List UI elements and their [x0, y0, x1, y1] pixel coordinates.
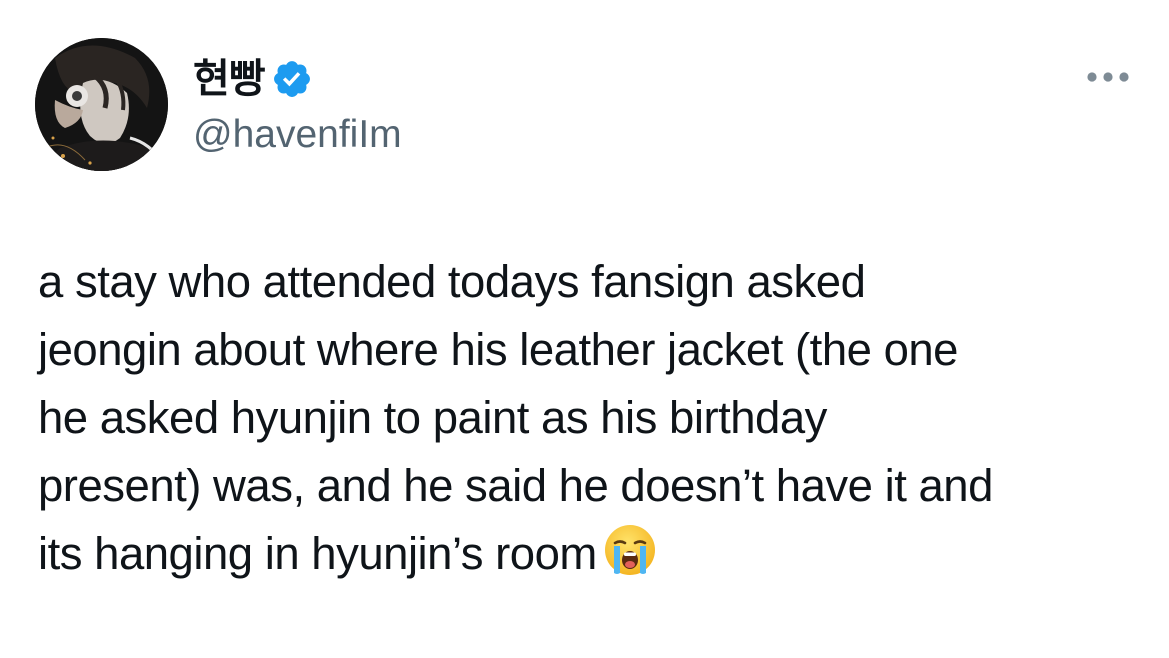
tweet-card[interactable]: 현빵 @havenfiIm a stay who attended todays… — [0, 0, 1169, 658]
tweet-text-line: he asked hyunjin to paint as his birthda… — [38, 392, 827, 443]
tweet-text: a stay who attended todays fansign asked… — [38, 248, 1153, 588]
verified-badge-icon[interactable] — [271, 58, 313, 100]
tweet-text-line: its hanging in hyunjin’s room — [38, 528, 597, 579]
user-info: 현빵 @havenfiIm — [193, 52, 402, 158]
loudly-crying-face-icon — [603, 523, 657, 577]
avatar-photo — [35, 38, 168, 171]
tweet-text-line: a stay who attended todays fansign asked — [38, 256, 866, 307]
user-handle[interactable]: @havenfiIm — [193, 112, 402, 158]
name-row: 현빵 — [193, 52, 402, 106]
more-horizontal-icon — [1087, 72, 1129, 82]
more-options-button[interactable] — [1080, 60, 1136, 94]
display-name[interactable]: 현빵 — [193, 54, 266, 104]
tweet-text-line: present) was, and he said he doesn’t hav… — [38, 460, 993, 511]
tweet-text-line: jeongin about where his leather jacket (… — [38, 324, 958, 375]
tweet-text-line-last: its hanging in hyunjin’s room — [38, 520, 1153, 588]
avatar[interactable] — [35, 38, 168, 171]
